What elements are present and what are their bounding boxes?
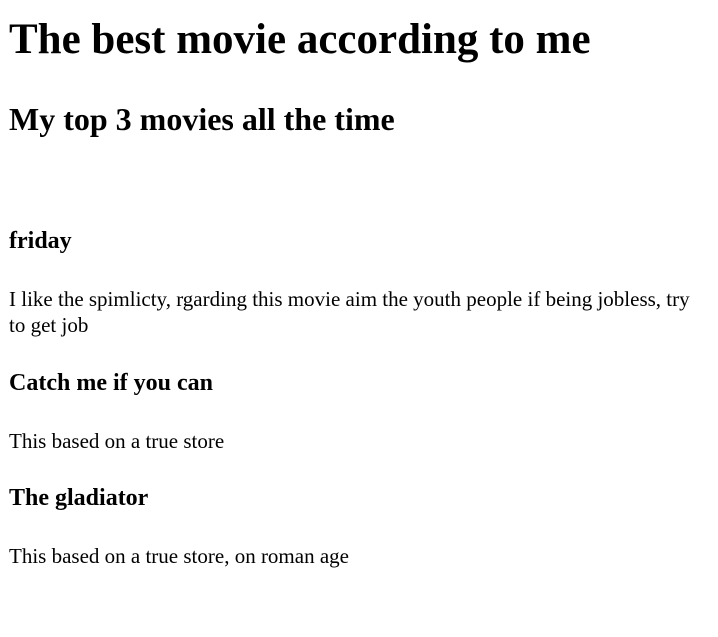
movie-title: The gladiator <box>9 485 149 511</box>
page-subtitle: My top 3 movies all the time <box>9 101 395 137</box>
movie-description: This based on a true store <box>9 429 225 453</box>
movie-title: friday <box>9 228 72 254</box>
page-title: The best movie according to me <box>9 16 591 63</box>
movie-title: Catch me if you can <box>9 370 213 396</box>
movie-description: I like the spimlicty, rgarding this movi… <box>9 287 690 337</box>
movie-description: This based on a true store, on roman age <box>9 544 349 568</box>
page: The best movie according to me My top 3 … <box>0 0 718 637</box>
